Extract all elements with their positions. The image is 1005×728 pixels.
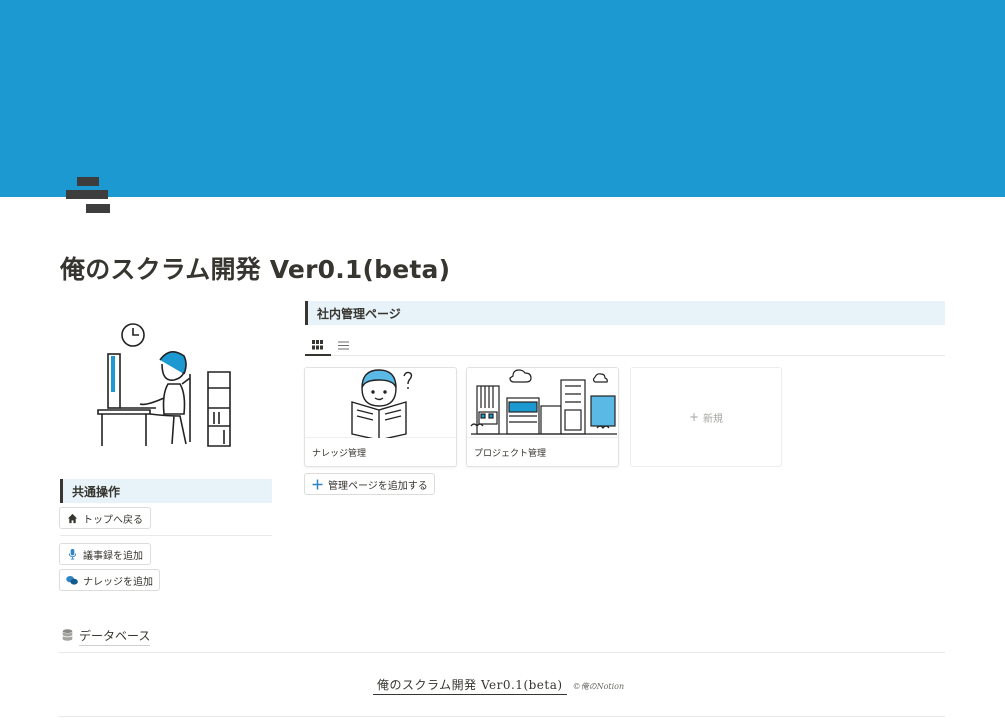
microphone-icon — [66, 548, 78, 560]
page-icon-bar-top — [77, 177, 99, 186]
database-link[interactable]: データベース — [62, 627, 151, 646]
home-icon — [66, 512, 78, 524]
footer-title: 俺のスクラム開発 Ver0.1(beta) — [373, 676, 567, 695]
chat-bubbles-icon — [66, 574, 78, 586]
plus-icon: + — [688, 410, 700, 424]
project-management-label: プロジェクト管理 — [474, 449, 547, 459]
list-icon — [337, 335, 349, 354]
reading-person-illustration — [351, 369, 413, 441]
knowledge-management-card[interactable]: ナレッジ管理 — [304, 367, 457, 467]
page-cover[interactable] — [0, 0, 1005, 197]
project-management-card[interactable]: プロジェクト管理 — [466, 367, 619, 467]
new-card-label: 新規 — [703, 413, 724, 425]
new-card-button[interactable]: + 新規 — [630, 367, 782, 467]
database-label: データベース — [79, 627, 151, 646]
person-at-computer-illustration — [97, 323, 231, 447]
divider — [59, 652, 945, 653]
page-icon-bar-bottom — [86, 204, 110, 213]
add-minutes-label: 議事録を追加 — [83, 550, 143, 562]
back-to-top-button[interactable]: トップへ戻る — [59, 507, 151, 529]
common-operations-title: 共通操作 — [72, 484, 121, 499]
internal-admin-header: 社内管理ページ — [305, 301, 945, 325]
active-tab-indicator — [305, 354, 331, 356]
divider — [59, 716, 945, 717]
page-title: 俺のスクラム開発 Ver0.1(beta) — [60, 255, 451, 284]
common-operations-header: 共通操作 — [60, 479, 272, 503]
gallery-view-tab[interactable] — [305, 335, 329, 353]
view-tabs — [305, 333, 945, 356]
page-icon[interactable] — [64, 174, 112, 216]
back-to-top-label: トップへ戻る — [83, 514, 143, 526]
page-icon-bar-middle — [66, 190, 108, 199]
add-knowledge-button[interactable]: ナレッジを追加 — [59, 569, 160, 591]
grid-icon — [311, 335, 323, 354]
footer-copyright: ©俺のNotion — [572, 682, 625, 691]
database-icon — [62, 629, 73, 644]
common-operations-divider — [60, 535, 272, 536]
internal-admin-title: 社内管理ページ — [317, 306, 401, 321]
knowledge-management-label: ナレッジ管理 — [312, 449, 367, 459]
add-admin-page-label: 管理ページを追加する — [328, 480, 428, 492]
add-minutes-button[interactable]: 議事録を追加 — [59, 543, 151, 565]
footer: 俺のスクラム開発 Ver0.1(beta) ©俺のNotion — [373, 676, 624, 695]
card-cover — [467, 368, 618, 438]
add-knowledge-label: ナレッジを追加 — [83, 576, 153, 588]
card-cover — [305, 368, 456, 441]
plus-icon — [311, 478, 323, 490]
add-admin-page-button[interactable]: 管理ページを追加する — [304, 473, 435, 495]
city-buildings-illustration — [470, 369, 617, 435]
list-view-tab[interactable] — [331, 335, 355, 353]
